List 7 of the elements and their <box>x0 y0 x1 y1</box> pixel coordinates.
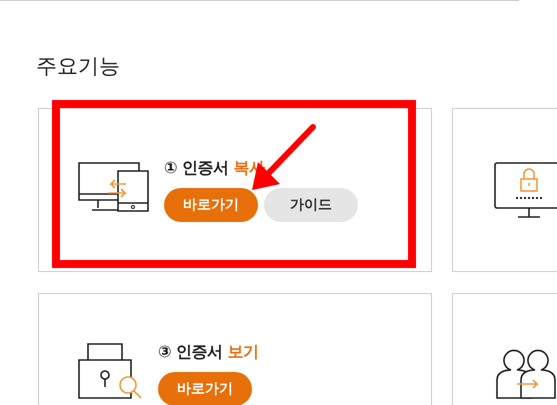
padlock-magnifier-icon <box>78 342 144 402</box>
monitor-lock-icon <box>493 162 557 218</box>
section-title: 주요기능 <box>36 53 120 80</box>
go-button[interactable]: 바로가기 <box>158 372 252 405</box>
guide-button[interactable]: 가이드 <box>264 188 358 222</box>
go-button[interactable]: 바로가기 <box>164 188 258 222</box>
feature-title: ③ 인증서 보기 <box>158 342 259 363</box>
